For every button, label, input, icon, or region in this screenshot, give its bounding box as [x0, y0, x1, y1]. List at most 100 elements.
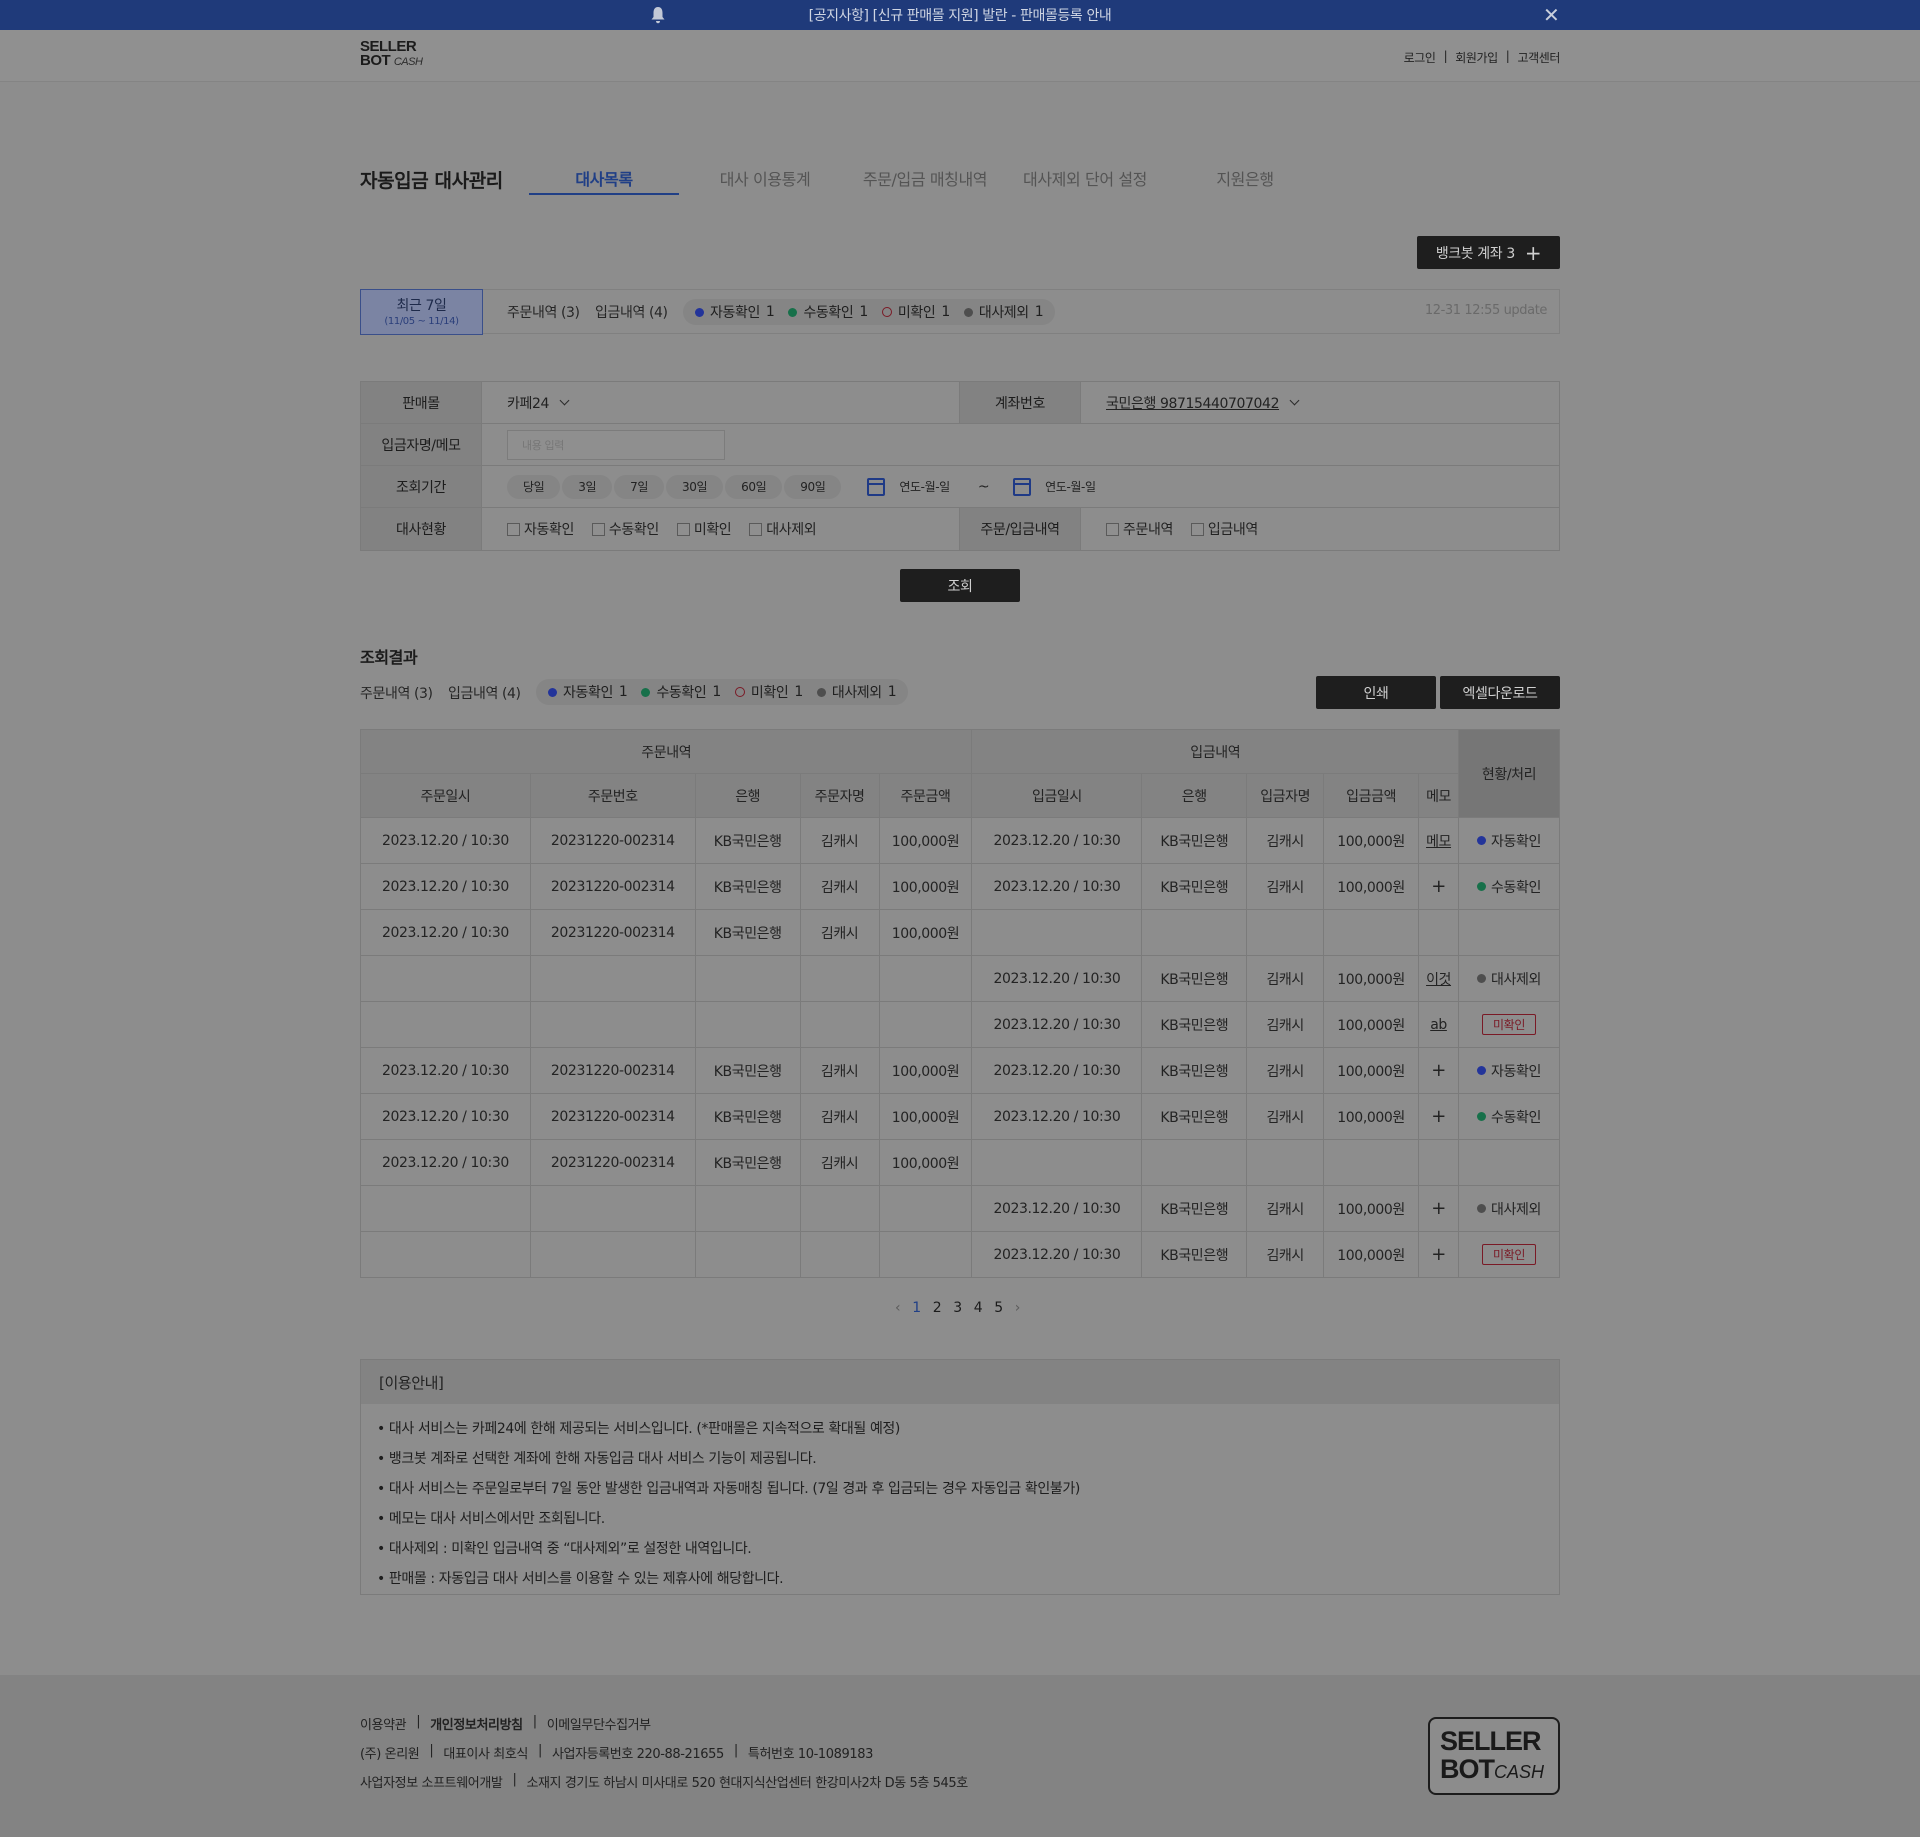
- email-policy-link[interactable]: 이메일무단수집거부: [547, 1714, 651, 1733]
- status-badge: 대사제외: [1477, 1199, 1541, 1219]
- print-button[interactable]: 인쇄: [1316, 676, 1436, 709]
- business-number: 사업자등록번호 220-88-21655: [551, 1747, 724, 1762]
- table-row[interactable]: 2023.12.20 / 10:30 20231220-002314 KB국민은행 김…: [360, 909, 1560, 956]
- table-row[interactable]: 2023.12.20 / 10:30 KB국민은행 김캐시 100,000원 + 대사제외: [360, 1185, 1560, 1232]
- terms-link[interactable]: 이용약관: [360, 1714, 407, 1733]
- bankbot-account-button[interactable]: 뱅크봇 계좌 3 +: [1417, 236, 1560, 269]
- table-row[interactable]: 2023.12.20 / 10:30 20231220-002314 KB국민은행 김…: [360, 817, 1560, 864]
- period-label: 조회기간: [361, 466, 482, 507]
- excel-download-button[interactable]: 엑셀다운로드: [1440, 676, 1560, 709]
- login-link[interactable]: 로그인: [1404, 49, 1436, 66]
- memo-cell[interactable]: +: [1418, 1231, 1460, 1278]
- table-cell: [1246, 909, 1325, 956]
- tab-usage-stats[interactable]: 대사 이용통계: [700, 166, 830, 190]
- status-label: 수동확인: [1491, 1109, 1541, 1126]
- table-cell: [971, 909, 1143, 956]
- privacy-link[interactable]: 개인정보처리방침: [430, 1714, 523, 1733]
- table-row[interactable]: 2023.12.20 / 10:30 KB국민은행 김캐시 100,000원 ab 미확인: [360, 1001, 1560, 1048]
- period-3d-button[interactable]: 3일: [562, 474, 613, 499]
- range-label: 최근 7일: [396, 298, 447, 314]
- add-memo-icon[interactable]: +: [1431, 1244, 1446, 1265]
- table-cell: 2023.12.20 / 10:30: [971, 955, 1143, 1002]
- period-90d-button[interactable]: 90일: [784, 474, 842, 499]
- period-today-button[interactable]: 당일: [507, 474, 561, 499]
- group-header-deposits: 입금내역: [971, 729, 1460, 774]
- end-date-field[interactable]: 연도-월-일: [1045, 478, 1096, 495]
- checkbox-unconfirmed[interactable]: 미확인: [676, 519, 732, 539]
- logo-line3: CASH: [393, 56, 423, 68]
- page-2[interactable]: 2: [933, 1300, 942, 1316]
- date-range-badge[interactable]: 최근 7일 (11/05 ~ 11/14): [360, 289, 483, 335]
- table-cell: 20231220-002314: [529, 1093, 696, 1140]
- page-5[interactable]: 5: [994, 1300, 1003, 1316]
- calendar-icon[interactable]: [867, 477, 886, 496]
- mall-select[interactable]: 카페24: [482, 382, 960, 423]
- memo-cell[interactable]: +: [1418, 1093, 1460, 1140]
- checkbox-deposits[interactable]: 입금내역: [1190, 519, 1258, 539]
- status-excluded: 대사제외 1: [963, 302, 1044, 322]
- tab-supported-banks[interactable]: 지원은행: [1180, 166, 1310, 190]
- tab-matching-history[interactable]: 주문/입금 매칭내역: [855, 166, 995, 190]
- unconfirmed-badge[interactable]: 미확인: [1482, 1244, 1536, 1265]
- notice-text[interactable]: [공지사항] [신규 판매몰 지원] 발란 - 판매몰등록 안내: [809, 5, 1112, 25]
- period-30d-button[interactable]: 30일: [666, 474, 724, 499]
- result-deposit-count: 입금내역 (4): [448, 686, 521, 702]
- table-cell: 김캐시: [799, 1139, 880, 1186]
- checkbox-excluded[interactable]: 대사제외: [749, 519, 817, 539]
- search-button[interactable]: 조회: [900, 569, 1020, 602]
- memo-cell[interactable]: +: [1418, 1185, 1460, 1232]
- start-date-field[interactable]: 연도-월-일: [899, 478, 950, 495]
- tab-exclude-words[interactable]: 대사제외 단어 설정: [1015, 166, 1155, 190]
- period-60d-button[interactable]: 60일: [725, 474, 783, 499]
- guide-item: 대사제외 : 미확인 입금내역 중 “대사제외”로 설정한 내역입니다.: [377, 1538, 1559, 1568]
- next-page-icon[interactable]: ›: [1015, 1300, 1021, 1316]
- memo-link[interactable]: 메모: [1418, 817, 1460, 864]
- table-row[interactable]: 2023.12.20 / 10:30 KB국민은행 김캐시 100,000원 이것 대사제…: [360, 955, 1560, 1002]
- close-icon[interactable]: ✕: [1543, 3, 1560, 27]
- depositor-input[interactable]: 내용 입력: [507, 429, 725, 460]
- col-deposit-amount: 입금금액: [1323, 773, 1420, 818]
- page-1[interactable]: 1: [912, 1300, 921, 1316]
- checkbox-auto[interactable]: 자동확인: [507, 519, 574, 539]
- status-badge: 자동확인: [1477, 1061, 1541, 1081]
- table-row[interactable]: 2023.12.20 / 10:30 20231220-002314 KB국민은행 김…: [360, 1047, 1560, 1094]
- unconfirmed-badge[interactable]: 미확인: [1482, 1014, 1536, 1035]
- tab-reconcile-list[interactable]: 대사목록: [529, 166, 679, 190]
- page-title: 자동입금 대사관리: [360, 170, 503, 192]
- notice-bar[interactable]: [공지사항] [신규 판매몰 지원] 발란 - 판매몰등록 안내 ✕: [0, 0, 1920, 30]
- table-cell: 2023.12.20 / 10:30: [360, 909, 531, 956]
- add-memo-icon[interactable]: +: [1431, 1060, 1446, 1081]
- add-memo-icon[interactable]: +: [1431, 1198, 1446, 1219]
- memo-cell[interactable]: +: [1418, 863, 1460, 910]
- status-badge: 대사제외: [1477, 969, 1541, 989]
- usage-guide-title: [이용안내]: [361, 1360, 1559, 1404]
- logo-line2: BOT: [360, 52, 391, 69]
- table-row[interactable]: 2023.12.20 / 10:30 20231220-002314 KB국민은행 김…: [360, 1093, 1560, 1140]
- add-memo-icon[interactable]: +: [1431, 876, 1446, 897]
- support-link[interactable]: 고객센터: [1517, 49, 1560, 66]
- table-cell: [694, 955, 801, 1002]
- table-cell: KB국민은행: [694, 817, 801, 864]
- page-3[interactable]: 3: [953, 1300, 962, 1316]
- logo[interactable]: SELLER BOT CASH: [360, 39, 423, 69]
- table-cell: 20231220-002314: [529, 1047, 696, 1094]
- page-4[interactable]: 4: [974, 1300, 983, 1316]
- account-select[interactable]: 국민은행 98715440707042: [1081, 382, 1300, 423]
- table-row[interactable]: 2023.12.20 / 10:30 20231220-002314 KB국민은행 김…: [360, 1139, 1560, 1186]
- footer-logo-line2: BOT: [1440, 1754, 1495, 1784]
- prev-page-icon[interactable]: ‹: [895, 1300, 901, 1316]
- status-label: 대사제외: [1491, 1201, 1541, 1218]
- memo-link[interactable]: ab: [1418, 1001, 1460, 1048]
- table-row[interactable]: 2023.12.20 / 10:30 20231220-002314 KB국민은행 김…: [360, 863, 1560, 910]
- status-auto: 자동확인 1: [548, 682, 628, 702]
- table-row[interactable]: 2023.12.20 / 10:30 KB국민은행 김캐시 100,000원 + 미확인: [360, 1231, 1560, 1278]
- period-7d-button[interactable]: 7일: [614, 474, 665, 499]
- checkbox-manual[interactable]: 수동확인: [591, 519, 659, 539]
- memo-cell[interactable]: +: [1418, 1047, 1460, 1094]
- signup-link[interactable]: 회원가입: [1455, 49, 1498, 66]
- checkbox-orders[interactable]: 주문내역: [1106, 519, 1173, 539]
- add-memo-icon[interactable]: +: [1431, 1106, 1446, 1127]
- table-cell: 김캐시: [799, 817, 880, 864]
- calendar-icon[interactable]: [1013, 477, 1032, 496]
- memo-link[interactable]: 이것: [1418, 955, 1460, 1002]
